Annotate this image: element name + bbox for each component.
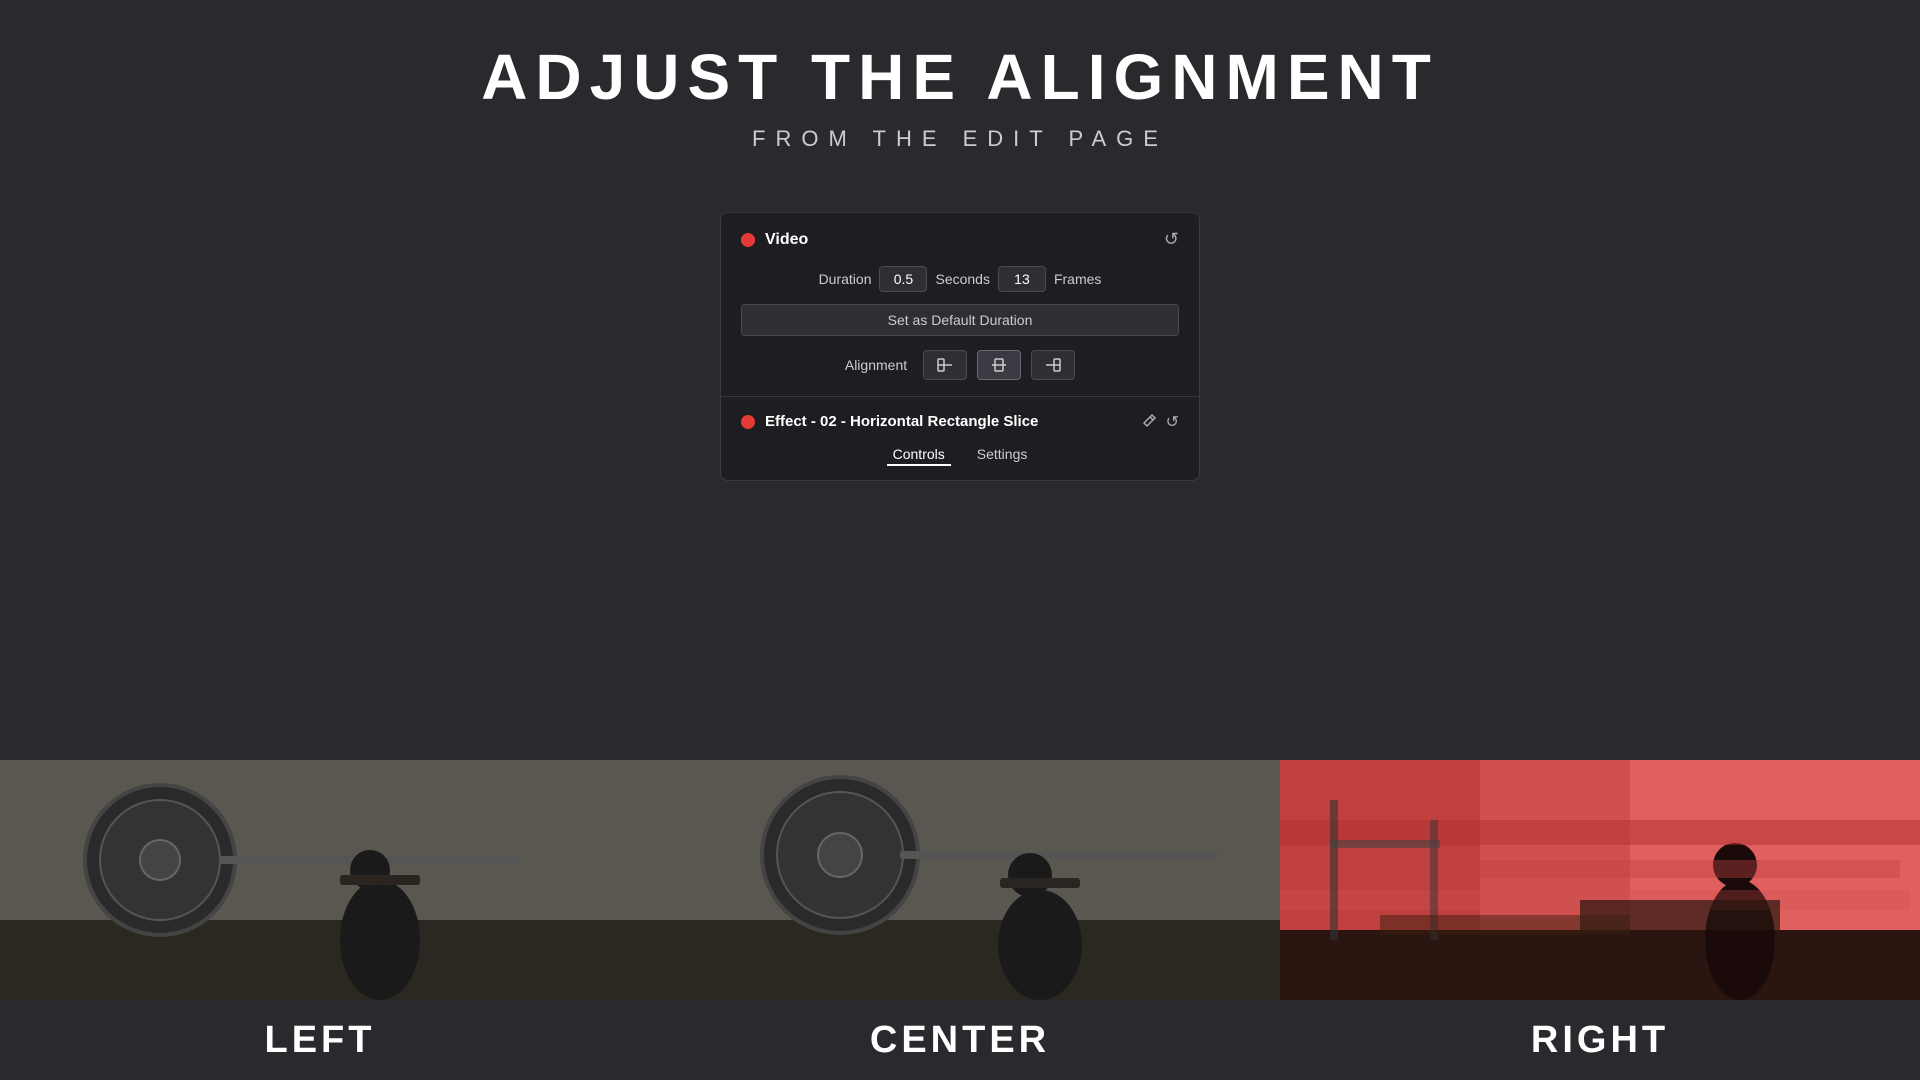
edit-effect-icon[interactable] xyxy=(1142,411,1158,432)
duration-row: Duration 0.5 Seconds 13 Frames xyxy=(741,266,1179,292)
align-center-icon xyxy=(990,356,1008,374)
tab-settings[interactable]: Settings xyxy=(971,444,1034,466)
right-label-text: RIGHT xyxy=(1531,1019,1669,1062)
right-video-frame xyxy=(1280,760,1920,1000)
reset-icon[interactable]: ↺ xyxy=(1164,229,1179,250)
align-right-icon xyxy=(1044,356,1062,374)
thumbnail-right-label: RIGHT xyxy=(1280,1000,1920,1080)
video-indicator-dot xyxy=(741,233,755,247)
center-label-text: CENTER xyxy=(870,1019,1050,1062)
thumbnail-right: RIGHT xyxy=(1280,760,1920,1080)
thumbnail-center-label: CENTER xyxy=(640,1000,1280,1080)
panel-title-row: Video xyxy=(741,231,808,249)
alignment-label: Alignment xyxy=(845,357,907,373)
thumbnail-left: LEFT xyxy=(0,760,640,1080)
effect-icons: ↺ xyxy=(1142,411,1179,432)
effect-row: Effect - 02 - Horizontal Rectangle Slice… xyxy=(741,397,1179,444)
sub-title: FROM THE EDIT PAGE xyxy=(0,126,1920,152)
panel-title: Video xyxy=(765,231,808,249)
video-panel: Video ↺ Duration 0.5 Seconds 13 Frames S… xyxy=(720,212,1200,481)
panel-header: Video ↺ xyxy=(741,229,1179,250)
effect-title-row: Effect - 02 - Horizontal Rectangle Slice xyxy=(741,413,1038,430)
center-video-frame xyxy=(640,760,1280,1000)
duration-frames-value[interactable]: 13 xyxy=(998,266,1046,292)
alignment-left-button[interactable] xyxy=(923,350,967,380)
duration-frames-unit: Frames xyxy=(1054,271,1101,287)
thumbnail-left-image xyxy=(0,760,640,1000)
left-label-text: LEFT xyxy=(265,1019,376,1062)
duration-seconds-unit: Seconds xyxy=(935,271,989,287)
duration-seconds-value[interactable]: 0.5 xyxy=(879,266,927,292)
thumbnail-center: CENTER xyxy=(640,760,1280,1080)
panel-container: Video ↺ Duration 0.5 Seconds 13 Frames S… xyxy=(0,212,1920,481)
alignment-right-button[interactable] xyxy=(1031,350,1075,380)
reset-effect-icon[interactable]: ↺ xyxy=(1166,412,1179,432)
set-default-duration-button[interactable]: Set as Default Duration xyxy=(741,304,1179,336)
duration-label: Duration xyxy=(819,271,872,287)
thumbnails-container: LEFT xyxy=(0,760,1920,1080)
alignment-center-button[interactable] xyxy=(977,350,1021,380)
tab-controls[interactable]: Controls xyxy=(887,444,951,466)
effect-indicator-dot xyxy=(741,415,755,429)
main-title: ADJUST THE ALIGNMENT xyxy=(0,40,1920,114)
tabs-row: Controls Settings xyxy=(741,444,1179,480)
align-left-icon xyxy=(936,356,954,374)
thumbnail-left-label: LEFT xyxy=(0,1000,640,1080)
thumbnail-right-image xyxy=(1280,760,1920,1000)
left-video-frame xyxy=(0,760,640,1000)
page-header: ADJUST THE ALIGNMENT FROM THE EDIT PAGE xyxy=(0,0,1920,152)
effect-title: Effect - 02 - Horizontal Rectangle Slice xyxy=(765,413,1038,430)
thumbnail-center-image xyxy=(640,760,1280,1000)
alignment-row: Alignment xyxy=(741,350,1179,380)
